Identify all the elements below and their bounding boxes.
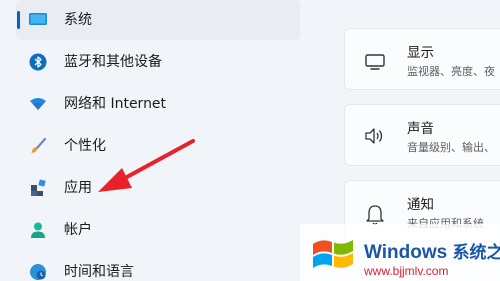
nav-label: 网络和 Internet [64, 96, 167, 112]
card-subtitle: 音量级别、输出、 [407, 141, 495, 154]
nav-item-personalization[interactable]: 个性化 [16, 126, 300, 166]
monitor-icon [363, 49, 387, 71]
nav-label: 帐户 [64, 222, 92, 238]
selection-indicator [17, 11, 20, 29]
apps-icon [28, 178, 48, 198]
wifi-icon [28, 94, 48, 114]
nav-item-system[interactable]: 系统 [16, 0, 300, 40]
globe-clock-icon [28, 262, 48, 281]
settings-window: 系统 蓝牙和其他设备 网络和 Internet 个性化 应用 帐户 时间和语言 … [0, 0, 500, 281]
speaker-icon [363, 125, 387, 147]
card-title: 声音 [407, 121, 434, 137]
settings-nav: 系统 蓝牙和其他设备 网络和 Internet 个性化 应用 帐户 时间和语言 [0, 0, 320, 281]
card-title: 通知 [407, 197, 434, 213]
nav-item-bluetooth[interactable]: 蓝牙和其他设备 [16, 42, 300, 82]
watermark-title: Windows 系统之家 [364, 242, 500, 263]
display-icon [28, 10, 48, 30]
watermark: Windows 系统之家 www.bjjmlv.com [300, 224, 500, 281]
watermark-url: www.bjjmlv.com [364, 264, 449, 278]
bluetooth-icon [28, 52, 48, 72]
nav-item-accounts[interactable]: 帐户 [16, 210, 300, 250]
nav-item-network[interactable]: 网络和 Internet [16, 84, 300, 124]
card-title: 显示 [407, 45, 434, 61]
nav-label: 个性化 [64, 138, 106, 154]
bell-icon [363, 201, 387, 225]
brush-icon [28, 136, 48, 156]
nav-item-time-language[interactable]: 时间和语言 [16, 252, 300, 281]
account-icon [28, 220, 48, 240]
nav-label: 时间和语言 [64, 264, 134, 280]
card-sound[interactable]: 声音 音量级别、输出、 [344, 104, 500, 166]
windows-logo-icon [310, 234, 356, 278]
nav-label: 应用 [64, 180, 92, 196]
nav-label: 蓝牙和其他设备 [64, 54, 162, 70]
card-subtitle: 监视器、亮度、夜 [407, 65, 495, 78]
nav-label: 系统 [64, 12, 92, 28]
card-display[interactable]: 显示 监视器、亮度、夜 [344, 28, 500, 90]
nav-item-apps[interactable]: 应用 [16, 168, 300, 208]
